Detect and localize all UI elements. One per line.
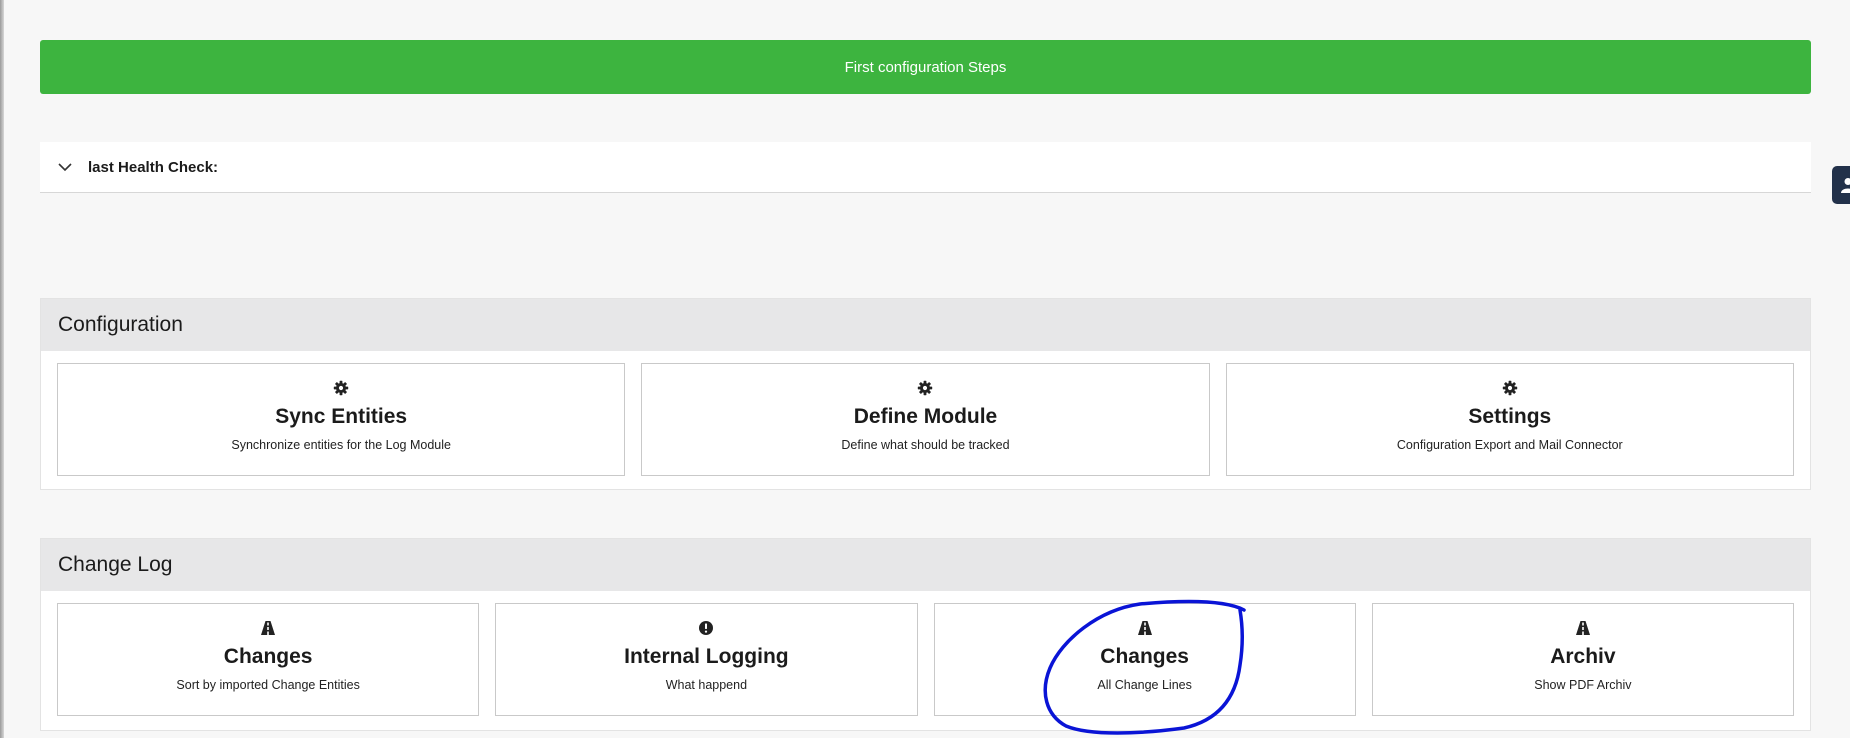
gear-icon [333, 380, 349, 396]
card-subtitle: All Change Lines [1097, 678, 1192, 692]
card-title: Changes [1100, 645, 1189, 668]
exclamation-circle-icon [699, 621, 714, 635]
road-icon [261, 621, 276, 635]
health-check-accordion[interactable]: last Health Check: [40, 142, 1811, 193]
card-subtitle: Define what should be tracked [841, 438, 1010, 452]
health-check-label: last Health Check: [88, 158, 219, 176]
user-panel-tab[interactable] [1832, 166, 1850, 204]
changes-by-entities-card[interactable]: Changes Sort by imported Change Entities [57, 603, 480, 716]
first-configuration-steps-button[interactable]: First configuration Steps [40, 40, 1811, 94]
card-title: Define Module [853, 405, 998, 428]
gear-icon [918, 380, 933, 396]
card-subtitle: Synchronize entities for the Log Module [231, 438, 451, 452]
card-title: Archiv [1550, 645, 1616, 668]
define-module-card[interactable]: Define Module Define what should be trac… [641, 363, 1210, 476]
card-title: Sync Entities [275, 405, 408, 428]
archiv-card[interactable]: Archiv Show PDF Archiv [1371, 603, 1794, 716]
user-icon [1841, 178, 1850, 193]
card-subtitle: Configuration Export and Mail Connector [1396, 438, 1623, 452]
chevron-down-icon [58, 163, 72, 172]
settings-card[interactable]: Settings Configuration Export and Mail C… [1225, 363, 1794, 476]
internal-logging-card[interactable]: Internal Logging What happend [495, 603, 918, 716]
card-subtitle: Show PDF Archiv [1534, 678, 1632, 692]
change-log-panel: Change Log Changes Sort by imported Chan… [40, 538, 1811, 731]
card-subtitle: Sort by imported Change Entities [176, 678, 360, 692]
road-icon [1575, 621, 1590, 635]
configuration-panel-title: Configuration [41, 299, 1810, 351]
card-title: Settings [1468, 405, 1552, 428]
gear-icon [1502, 380, 1518, 396]
banner-label: First configuration Steps [844, 58, 1007, 76]
card-subtitle: What happend [665, 678, 748, 692]
changes-all-lines-card[interactable]: Changes All Change Lines [933, 603, 1356, 716]
configuration-panel: Configuration Sync Entities Synchronize … [40, 298, 1811, 490]
change-log-panel-title: Change Log [41, 539, 1810, 591]
sync-entities-card[interactable]: Sync Entities Synchronize entities for t… [57, 363, 626, 476]
road-icon [1137, 621, 1152, 635]
card-title: Internal Logging [624, 645, 789, 668]
card-title: Changes [223, 645, 313, 668]
window-left-edge [0, 0, 4, 738]
